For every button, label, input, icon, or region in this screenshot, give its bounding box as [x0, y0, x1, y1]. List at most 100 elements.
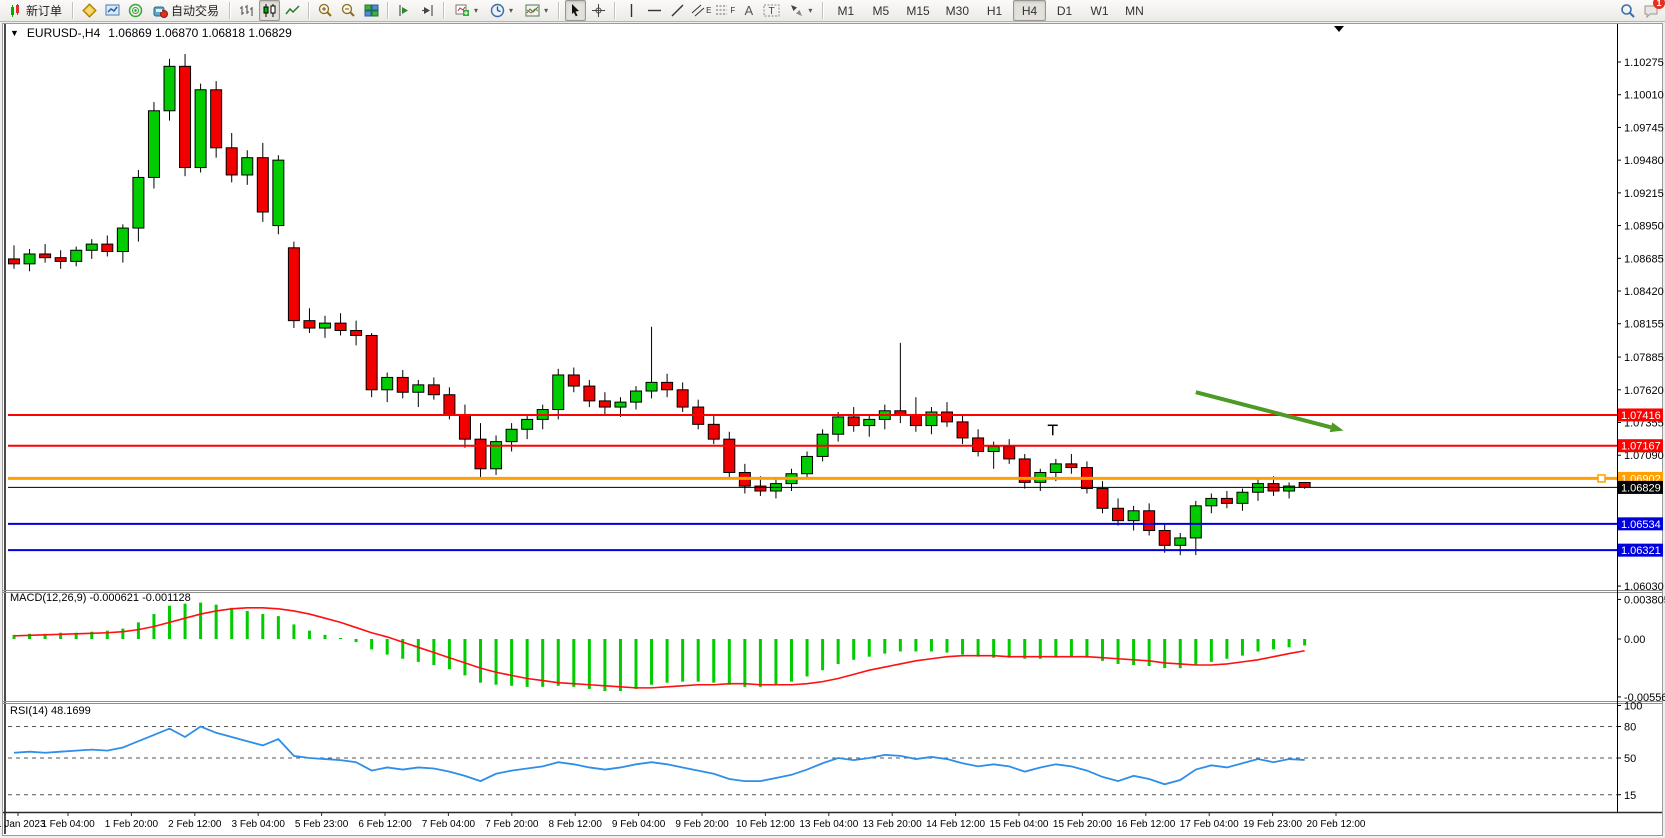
macd-histogram-bar	[899, 639, 902, 651]
macd-histogram-bar	[370, 639, 373, 649]
fibonacci-icon	[715, 3, 730, 18]
macd-histogram-bar	[977, 639, 980, 657]
macd-label: MACD(12,26,9) -0.000621 -0.001128	[10, 592, 191, 604]
chart-canvas[interactable]: 1.102751.100101.097451.094801.092151.089…	[0, 0, 1665, 838]
macd-histogram-bar	[697, 639, 700, 682]
crosshair-button[interactable]	[588, 0, 609, 21]
cursor-button[interactable]	[565, 0, 586, 21]
time-axis-label: 5 Feb 23:00	[295, 819, 349, 830]
autotrading-button[interactable]: 自动交易	[148, 0, 224, 21]
chart-shift-icon	[420, 3, 435, 18]
timeframe-mn-button[interactable]: MN	[1118, 0, 1151, 21]
indicators-button[interactable]: ▾	[450, 0, 483, 21]
trend-arrow-head	[1330, 422, 1344, 432]
auto-scroll-button[interactable]	[394, 0, 415, 21]
timeframe-m1-button[interactable]: M1	[829, 0, 862, 21]
candle-body	[584, 386, 595, 401]
dropdown-arrow-icon: ▾	[474, 6, 478, 15]
candle-body	[848, 417, 859, 426]
macd-histogram-bar	[1272, 639, 1275, 649]
macd-histogram-bar	[292, 624, 295, 639]
time-axis-label: 9 Feb 20:00	[675, 819, 729, 830]
candle-body	[755, 486, 766, 491]
macd-histogram-bar	[1288, 639, 1291, 647]
fibonacci-button[interactable]: F	[714, 0, 736, 21]
new-order-button[interactable]: 新订单	[4, 0, 67, 21]
horizontal-line-button[interactable]	[644, 0, 665, 21]
arrows-icon	[789, 3, 804, 18]
candle-body	[1175, 538, 1186, 545]
zoom-out-button[interactable]	[338, 0, 359, 21]
notifications-button[interactable]: 1	[1640, 0, 1661, 21]
line-chart-icon	[285, 3, 300, 18]
candle-body	[833, 417, 844, 434]
time-axis-label: 9 Feb 04:00	[612, 819, 666, 830]
charts-window-button[interactable]	[102, 0, 123, 21]
candle-body	[335, 323, 346, 330]
price-axis-label: 1.07620	[1624, 385, 1664, 397]
new-order-label: 新订单	[26, 2, 62, 19]
tile-windows-button[interactable]	[361, 0, 382, 21]
equidistant-channel-button[interactable]: E	[690, 0, 712, 21]
templates-button[interactable]: ▾	[520, 0, 553, 21]
timeframe-group: M1M5M15M30H1H4D1W1MN	[828, 0, 1152, 21]
vertical-line-button[interactable]	[621, 0, 642, 21]
timeframe-w1-button[interactable]: W1	[1083, 0, 1116, 21]
timeframe-m30-button[interactable]: M30	[939, 0, 976, 21]
macd-histogram-bar	[495, 639, 498, 685]
candlestick-chart-button[interactable]	[259, 0, 280, 21]
timeframe-d1-button[interactable]: D1	[1048, 0, 1081, 21]
text-tool-button[interactable]: A	[738, 0, 759, 21]
candle-body	[40, 254, 51, 258]
search-button[interactable]	[1617, 0, 1638, 21]
periods-button[interactable]: ▾	[485, 0, 518, 21]
price-axis-label: 1.07885	[1624, 352, 1664, 364]
zoom-in-button[interactable]	[315, 0, 336, 21]
new-order-icon	[9, 4, 23, 18]
time-axis-label: 10 Feb 12:00	[736, 819, 795, 830]
time-axis-label: 20 Feb 12:00	[1307, 819, 1366, 830]
signals-button[interactable]	[125, 0, 146, 21]
macd-histogram-bar	[1085, 639, 1088, 658]
timeframe-h1-button[interactable]: H1	[978, 0, 1011, 21]
candle-body	[506, 429, 517, 441]
candle-body	[1206, 498, 1217, 505]
candle-body	[366, 335, 377, 389]
macd-histogram-bar	[1039, 639, 1042, 659]
time-axis-label: 13 Feb 04:00	[799, 819, 858, 830]
timeframe-h4-button[interactable]: H4	[1013, 0, 1046, 21]
price-axis-label: 1.09745	[1624, 122, 1664, 134]
macd-histogram-bar	[806, 639, 809, 676]
time-axis-label: 19 Feb 23:00	[1243, 819, 1302, 830]
line-chart-button[interactable]	[282, 0, 303, 21]
candle-body	[1144, 511, 1155, 531]
timeframe-m5-button[interactable]: M5	[864, 0, 897, 21]
candle-body	[864, 419, 875, 425]
macd-histogram-bar	[961, 639, 964, 655]
macd-histogram-bar	[759, 639, 762, 687]
price-axis-label: 1.10275	[1624, 57, 1664, 69]
text-label-button[interactable]: T	[761, 0, 782, 21]
dropdown-arrow-icon: ▾	[509, 6, 513, 15]
bar-chart-button[interactable]	[236, 0, 257, 21]
collapse-icon[interactable]: ▼	[10, 28, 19, 38]
chart-title: ▼ EURUSD-,H4 1.06869 1.06870 1.06818 1.0…	[10, 26, 292, 40]
arrows-tool-button[interactable]: ▾	[784, 0, 817, 21]
macd-histogram-bar	[635, 639, 638, 689]
candle-body	[895, 411, 906, 415]
time-axis-label: 17 Feb 04:00	[1180, 819, 1239, 830]
macd-histogram-bar	[463, 639, 466, 675]
trendline-button[interactable]	[667, 0, 688, 21]
macd-histogram-bar	[417, 639, 420, 662]
line-handle	[1598, 475, 1605, 482]
cursor-icon	[568, 3, 583, 18]
rsi-line	[14, 727, 1305, 785]
macd-histogram-bar	[355, 639, 358, 642]
chart-shift-button[interactable]	[417, 0, 438, 21]
timeframe-m15-button[interactable]: M15	[899, 0, 936, 21]
candle-body	[86, 244, 97, 250]
candle-body	[273, 160, 284, 225]
market-watch-button[interactable]	[79, 0, 100, 21]
macd-histogram-bar	[1070, 639, 1073, 657]
search-icon	[1620, 3, 1636, 19]
